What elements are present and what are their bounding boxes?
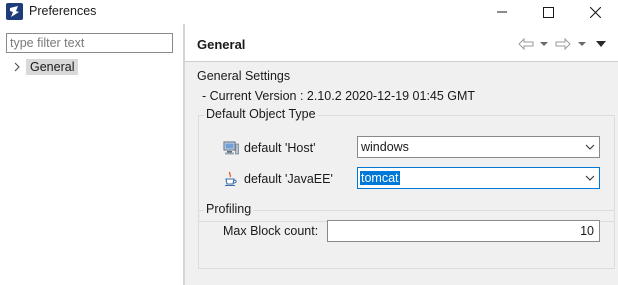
chevron-down-icon <box>585 144 595 150</box>
page-title: General <box>197 37 246 52</box>
profiling-group: Profiling Max Block count: 10 <box>198 202 615 269</box>
maximize-icon <box>542 6 554 18</box>
close-icon <box>589 6 601 18</box>
chevron-right-icon[interactable] <box>10 60 24 74</box>
close-button[interactable] <box>572 0 618 24</box>
back-button[interactable] <box>518 36 534 52</box>
javaee-type-select[interactable]: tomcat <box>357 167 600 189</box>
max-block-count-label: Max Block count: <box>223 224 319 238</box>
host-computer-icon <box>223 141 239 155</box>
forward-dropdown-icon <box>578 42 586 46</box>
page-header: General <box>185 24 618 62</box>
preference-page: General General Settings - Current Versi… <box>185 24 618 285</box>
group-title: Default Object Type <box>204 107 318 121</box>
java-cup-icon <box>225 171 237 186</box>
default-object-type-group: Default Object Type default 'Host' windo… <box>198 107 615 222</box>
chevron-down-icon <box>585 175 595 181</box>
preference-tree-pane: General <box>0 24 183 285</box>
group-title: Profiling <box>204 202 254 216</box>
host-label: default 'Host' <box>244 141 316 155</box>
maximize-button[interactable] <box>525 0 571 24</box>
current-version-text: - Current Version : 2.10.2 2020-12-19 01… <box>202 89 476 103</box>
general-settings-label: General Settings <box>197 69 291 83</box>
javaee-label: default 'JavaEE' <box>244 172 333 186</box>
max-block-count-input[interactable]: 10 <box>327 220 600 242</box>
tree-item-label: General <box>26 59 79 75</box>
max-block-count-value: 10 <box>580 224 594 238</box>
back-arrow-icon <box>518 38 534 50</box>
back-dropdown-button[interactable] <box>540 36 548 52</box>
forward-arrow-icon <box>555 38 571 50</box>
minimize-icon <box>497 11 507 13</box>
title-bar: Preferences <box>0 0 618 24</box>
tree-item-general[interactable]: General <box>10 58 79 76</box>
minimize-button[interactable] <box>479 0 525 24</box>
view-menu-icon <box>596 40 606 47</box>
filter-input[interactable] <box>6 33 173 53</box>
javaee-type-value: tomcat <box>360 171 400 185</box>
forward-dropdown-button[interactable] <box>578 36 586 52</box>
host-type-value: windows <box>361 140 409 154</box>
app-logo-icon <box>6 3 23 20</box>
back-dropdown-icon <box>540 42 548 46</box>
forward-button[interactable] <box>555 36 571 52</box>
host-type-select[interactable]: windows <box>357 136 600 158</box>
window-title: Preferences <box>29 4 97 18</box>
view-menu-button[interactable] <box>596 36 606 52</box>
